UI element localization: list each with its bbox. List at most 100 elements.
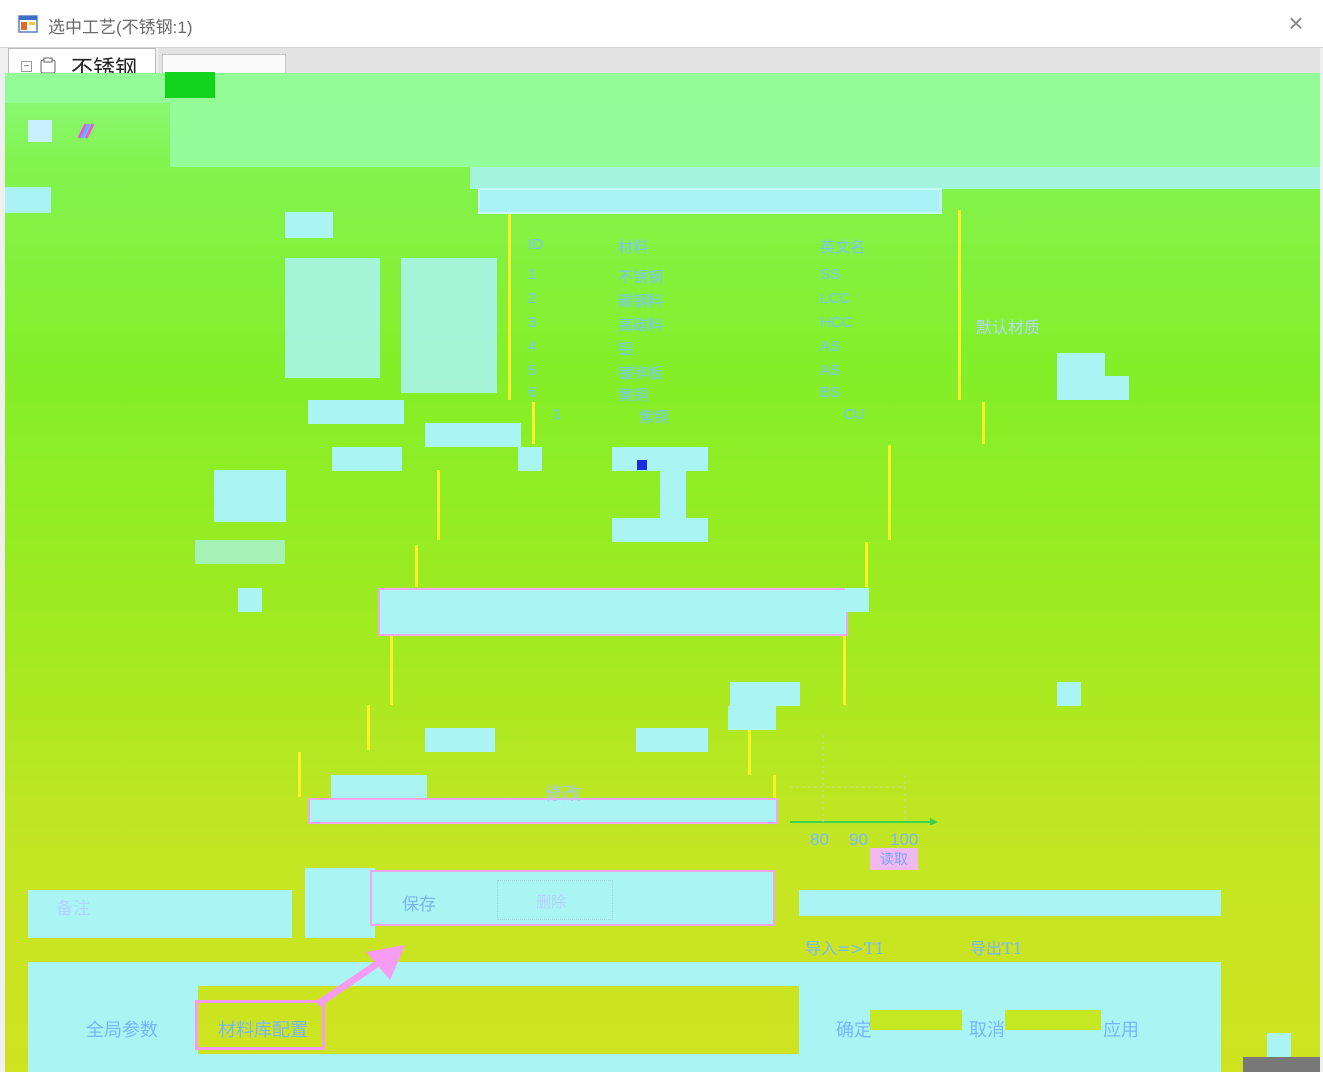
- remark-field[interactable]: 备注: [28, 890, 292, 938]
- table-header-row: ID 材料 英文名: [510, 236, 960, 260]
- default-material-label: 默认材质: [976, 320, 1041, 337]
- wide-input-1[interactable]: [378, 588, 848, 636]
- chart-tick: 80: [810, 830, 829, 849]
- row-english: AS: [820, 338, 841, 355]
- selection-marker: [637, 460, 647, 470]
- row-material: 碳钢料: [618, 293, 664, 310]
- option-box-b[interactable]: [401, 258, 497, 393]
- material-lib-button[interactable]: 材料库配置: [218, 1016, 308, 1042]
- chart-tick: 100: [890, 830, 919, 849]
- global-params-button[interactable]: 全局参数: [86, 1016, 158, 1042]
- wide-input-1-icon-r: [845, 588, 869, 612]
- title-bar: 选中工艺(不锈钢:1) ×: [0, 0, 1323, 48]
- remark-side-block: [305, 868, 375, 938]
- field-a[interactable]: [730, 682, 800, 706]
- row-english: HCC: [820, 314, 853, 331]
- delete-button[interactable]: 删除: [497, 880, 613, 920]
- import-button[interactable]: 导入=>T1: [805, 935, 885, 959]
- divider: [982, 402, 985, 444]
- row-id: 1: [528, 266, 537, 283]
- field-c[interactable]: [1057, 682, 1081, 706]
- row-english: AS: [820, 362, 841, 379]
- apply-button[interactable]: 应用: [1103, 1016, 1139, 1042]
- table-row[interactable]: 1 不锈钢 SS: [510, 266, 960, 290]
- grid-icon: [28, 120, 52, 142]
- row-english: CU: [843, 406, 865, 423]
- read-button[interactable]: 读取: [870, 848, 918, 870]
- left-block[interactable]: [214, 470, 286, 522]
- divider: [390, 635, 393, 705]
- option-field-2[interactable]: [425, 423, 521, 447]
- table-row[interactable]: 6 黄铜 BS: [510, 384, 960, 408]
- option-box-a[interactable]: [285, 258, 380, 378]
- left-block-2[interactable]: [195, 540, 285, 564]
- material-lib-label: 材料库配置: [218, 1020, 308, 1040]
- center-field[interactable]: [612, 447, 708, 471]
- field-f[interactable]: [331, 775, 427, 799]
- window-title: 选中工艺(不锈钢:1): [48, 18, 193, 37]
- export-button[interactable]: 导出T1: [970, 935, 1023, 959]
- tiny-field[interactable]: [518, 447, 542, 471]
- app-window-icon: [18, 14, 38, 34]
- tree-collapse-icon[interactable]: −: [21, 61, 32, 72]
- col-header-material: 材料: [618, 239, 649, 256]
- center-base: [612, 518, 708, 542]
- row-english: SS: [820, 266, 841, 283]
- material-table[interactable]: ID 材料 英文名 1 不锈钢 SS 2 碳钢料 LCC 3 高碳料 HCC 4…: [510, 214, 960, 404]
- button-gap: [870, 1010, 962, 1030]
- row-english: LCC: [820, 290, 851, 307]
- status-strip: [28, 1054, 1221, 1072]
- save-button[interactable]: 保存: [402, 890, 436, 915]
- row-material: 不锈钢: [618, 269, 664, 286]
- row-material: 高碳料: [618, 317, 664, 334]
- col-header-id: ID: [528, 236, 543, 253]
- center-column: [660, 470, 686, 518]
- field-b[interactable]: [728, 706, 776, 730]
- divider: [748, 730, 751, 775]
- left-field: [5, 187, 51, 213]
- row-id: 5: [528, 362, 537, 379]
- close-icon[interactable]: ×: [1278, 8, 1314, 40]
- modify-button[interactable]: 修改: [545, 780, 581, 806]
- annotation-arrow: [316, 945, 405, 1007]
- row-id: 1: [553, 406, 562, 423]
- chart-tick: 90: [849, 830, 868, 849]
- divider: [298, 752, 301, 797]
- row-id: 3: [528, 314, 537, 331]
- table-row[interactable]: 5 镀锌板 AS: [510, 362, 960, 386]
- ok-button[interactable]: 确定: [836, 1016, 872, 1042]
- divider: [415, 545, 418, 587]
- row-id: 6: [528, 384, 537, 401]
- table-row[interactable]: 4 铝 AS: [510, 338, 960, 362]
- row-id: 2: [528, 290, 537, 307]
- table-header-bar: [478, 188, 942, 214]
- table-row[interactable]: 2 碳钢料 LCC: [510, 290, 960, 314]
- chart-x-arrow: [930, 818, 938, 825]
- global-params-label: 全局参数: [86, 1020, 158, 1040]
- side-field-2[interactable]: [1057, 376, 1129, 400]
- divider: [843, 635, 846, 705]
- import-field[interactable]: [799, 890, 1221, 916]
- checker-icon: [710, 893, 732, 915]
- option-field-1[interactable]: [308, 400, 404, 424]
- apply-label: 应用: [1103, 1020, 1139, 1040]
- resize-grip[interactable]: [1267, 1033, 1291, 1057]
- row-material: 铝: [618, 341, 634, 358]
- modify-input[interactable]: [308, 798, 778, 824]
- tab-indicator: [165, 72, 215, 98]
- table-row[interactable]: 3 高碳料 HCC: [510, 314, 960, 338]
- cancel-button[interactable]: 取消: [969, 1016, 1005, 1042]
- field-e[interactable]: [636, 728, 708, 752]
- top-cyan-strip: [470, 167, 1320, 189]
- bottom-strip: [28, 962, 1221, 986]
- field-d[interactable]: [425, 728, 495, 752]
- divider: [367, 705, 370, 750]
- table-row-selected[interactable]: 1 紫铜 CU: [535, 406, 985, 430]
- row-english: BS: [820, 384, 841, 401]
- option-field-3[interactable]: [332, 447, 402, 471]
- row-id: 4: [528, 338, 537, 355]
- small-field[interactable]: [285, 212, 333, 238]
- header-band-2: [170, 103, 1320, 167]
- row-material: 紫铜: [639, 409, 670, 426]
- side-field[interactable]: [1057, 353, 1105, 377]
